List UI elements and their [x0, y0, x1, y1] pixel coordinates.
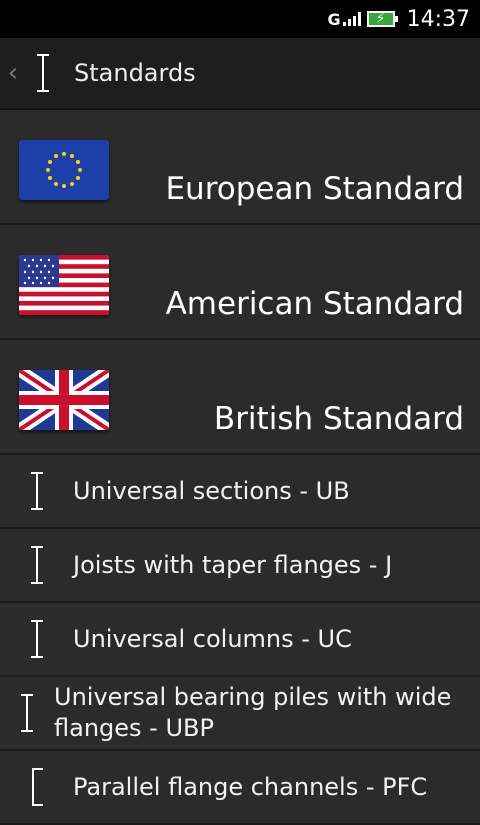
standard-label: American Standard — [165, 286, 464, 322]
standards-list: European Standard American Standard Brit… — [0, 110, 480, 825]
network-type: G — [327, 9, 341, 29]
us-flag-icon — [19, 255, 109, 315]
standard-label: British Standard — [213, 401, 464, 437]
uk-flag-icon — [19, 370, 109, 430]
i-beam-icon — [0, 693, 54, 733]
action-bar: ‹ Standards — [0, 38, 480, 110]
section-label: Universal bearing piles with wide flange… — [54, 683, 452, 742]
eu-flag-icon — [19, 140, 109, 200]
section-label: Parallel flange channels - PFC — [73, 772, 428, 801]
standard-item-european[interactable]: European Standard — [0, 110, 480, 225]
section-label: Universal columns - UC — [73, 624, 352, 653]
standard-item-american[interactable]: American Standard — [0, 225, 480, 340]
i-beam-icon — [0, 619, 73, 659]
standard-item-british[interactable]: British Standard — [0, 340, 480, 455]
signal-icon — [342, 12, 361, 26]
page-title: Standards — [74, 59, 196, 87]
section-item-j[interactable]: Joists with taper flanges - J — [0, 529, 480, 603]
i-beam-icon[interactable] — [26, 53, 60, 93]
section-item-uc[interactable]: Universal columns - UC — [0, 603, 480, 677]
i-beam-icon — [0, 545, 73, 585]
section-item-pfc[interactable]: Parallel flange channels - PFC — [0, 751, 480, 825]
section-label: Universal sections - UB — [73, 476, 350, 505]
channel-icon — [0, 767, 73, 807]
clock: 14:37 — [406, 6, 470, 32]
back-chevron-icon[interactable]: ‹ — [0, 58, 26, 88]
section-label: Joists with taper flanges - J — [73, 550, 393, 579]
status-bar: G ⚡ 14:37 — [0, 0, 480, 38]
i-beam-icon — [0, 471, 73, 511]
section-item-ubp[interactable]: Universal bearing piles with wide flange… — [0, 677, 480, 751]
standard-label: European Standard — [165, 171, 464, 207]
battery-icon: ⚡ — [366, 11, 398, 27]
section-item-ub[interactable]: Universal sections - UB — [0, 455, 480, 529]
